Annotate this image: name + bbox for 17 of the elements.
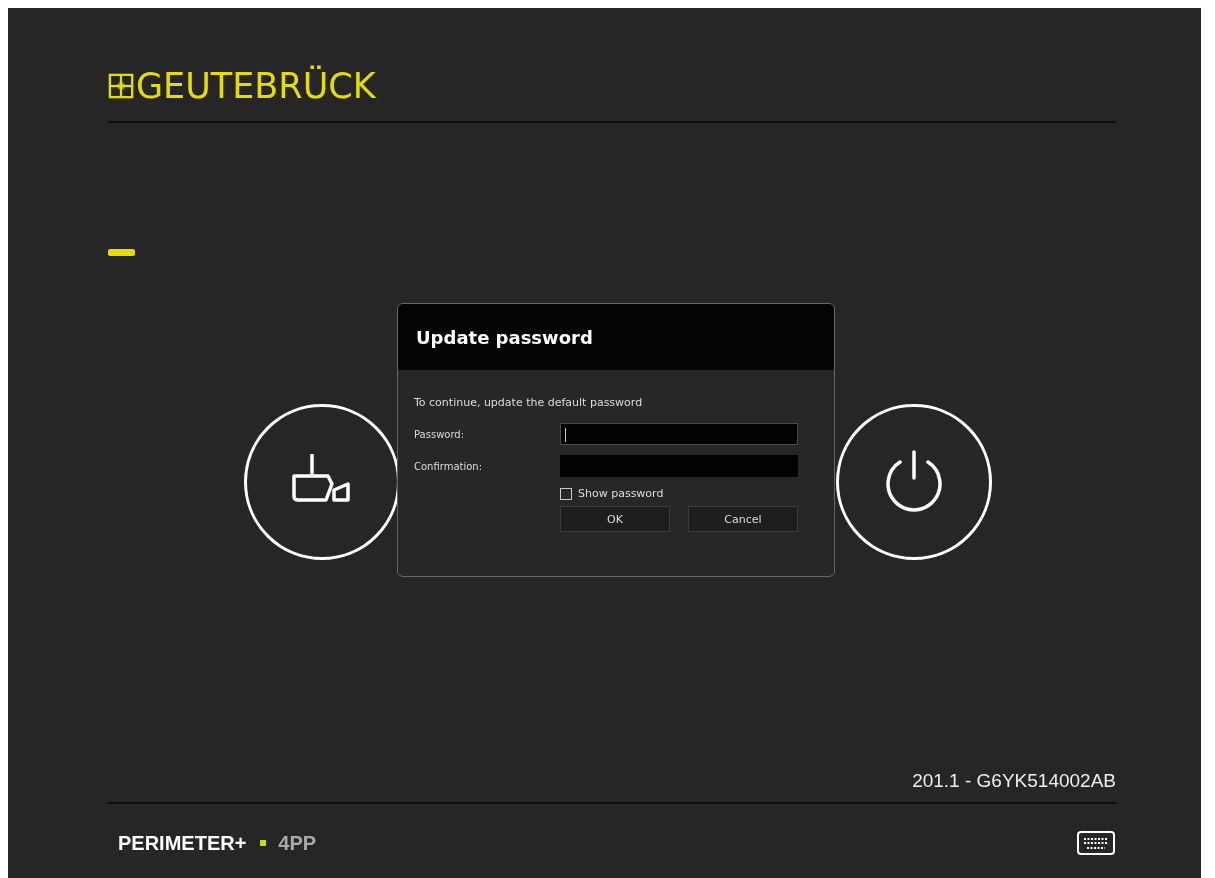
dialog-message: To continue, update the default password	[414, 396, 644, 409]
logo-icon	[108, 73, 134, 99]
password-field[interactable]	[560, 455, 798, 477]
model-name: 4PP	[278, 831, 317, 855]
product-name: PERIMETER+	[118, 831, 247, 855]
ok-button[interactable]: OK	[560, 506, 670, 532]
dialog-title: Update password	[416, 326, 593, 348]
logo-text: GEUTEBRÜCK	[136, 66, 376, 106]
keyboard-icon[interactable]	[1076, 830, 1116, 856]
checkbox[interactable]	[560, 487, 572, 500]
version-text: 201.1 - G6YK514002AB	[912, 770, 1116, 792]
password-field[interactable]	[560, 423, 798, 445]
field-label: Password:	[414, 428, 466, 440]
indicator-bar	[108, 249, 135, 256]
field-label: Confirmation:	[414, 460, 484, 472]
cancel-button[interactable]: Cancel	[688, 506, 798, 532]
checkbox-label: Show password	[578, 487, 664, 500]
